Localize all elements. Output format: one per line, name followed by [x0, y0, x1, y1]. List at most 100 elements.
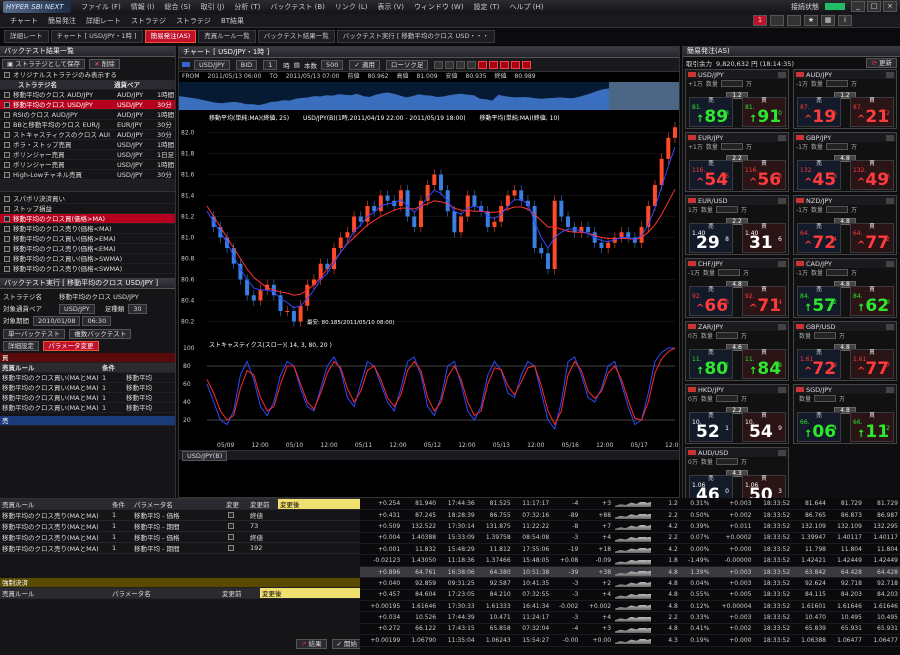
menu-item[interactable]: 総合 (S) [164, 3, 190, 11]
sell-button[interactable]: 売 1.06 46 0 [689, 475, 733, 498]
menu-item[interactable]: 取引 (J) [201, 3, 225, 11]
buy-button[interactable]: 買 92. ^71 4 [742, 286, 786, 316]
rule-checkbox[interactable] [4, 196, 10, 202]
workspace-tab[interactable]: 簡易発注(AS) [144, 30, 197, 43]
result-row[interactable]: BBと移動平均のクロス EUR/J EUR/JPY 30分 [0, 120, 175, 130]
single-backtest-tab[interactable]: 単一バックテスト [3, 329, 65, 339]
workspace-tab[interactable]: バックテスト実行 [ 移動平均のクロス USD・・・ [336, 30, 495, 43]
qty-input[interactable] [814, 332, 837, 339]
detail-settings-tab[interactable]: 詳細設定 [3, 341, 39, 351]
chart-icon[interactable] [778, 449, 786, 456]
chart-icon[interactable] [886, 260, 894, 267]
chart-icon[interactable] [778, 197, 786, 204]
ticker-row[interactable]: +0.896 64.761 16:38:06 64.380 10:51:38 -39 +38… [360, 566, 900, 579]
timeframe-select[interactable]: 30 [128, 304, 147, 314]
step-value[interactable]: 0万 [688, 457, 698, 466]
rule-row[interactable]: スパボリ決済買い [0, 194, 175, 204]
row-checkbox[interactable] [4, 102, 10, 108]
chart-type-select[interactable]: ローソク足 [385, 59, 429, 70]
qty-input[interactable] [826, 206, 848, 213]
chart-icon[interactable] [886, 386, 894, 393]
close-button[interactable]: × [883, 1, 897, 12]
step-value[interactable]: -1万 [796, 268, 808, 277]
sell-button[interactable]: 売 84. ↑57 2 [797, 286, 841, 316]
sell-button[interactable]: 売 64. ^72 4 [797, 223, 841, 253]
result-row[interactable]: ボリンジャー売買 USD/JPY 1日足 [0, 150, 175, 160]
pair-select[interactable]: USD/JPY [194, 59, 230, 70]
step-value[interactable]: 1万 [688, 205, 698, 214]
timeframe-input[interactable]: 1 [263, 59, 278, 70]
after-value-cell[interactable] [278, 542, 360, 554]
toolbar-item[interactable]: 詳細レート [86, 16, 121, 26]
overview-window[interactable] [609, 82, 679, 110]
results-button[interactable]: ↗ 結果 [296, 639, 327, 649]
step-value[interactable]: +1万 [688, 79, 703, 88]
change-checkbox[interactable] [228, 512, 234, 518]
refresh-button[interactable]: ⟳ 更新 [866, 58, 897, 68]
buy-rule-row[interactable]: 移動平均のクロス買い(MAとMA) 1 移動平均 [0, 393, 175, 403]
star-icon[interactable]: ★ [804, 15, 818, 26]
ticker-row[interactable]: +0.001 11.832 15:48:29 11.812 17:55:06 -19 +18… [360, 543, 900, 556]
stochastics-chart[interactable]: 100 80 60 40 20 05/09 12:00 05/10 12:00 05/11 12:0… [179, 338, 679, 450]
buy-button[interactable]: 買 1.61 ^77 7 [850, 349, 894, 379]
menu-item[interactable]: バックテスト (B) [270, 3, 325, 11]
rule-checkbox[interactable] [4, 266, 10, 272]
ticker-row[interactable]: +0.034 10.526 17:44:39 10.471 11:24:17 -3 +4 2.… [360, 611, 900, 624]
change-checkbox[interactable] [228, 523, 234, 529]
only-original-checkbox[interactable]: オリジナルストラテジのみ表示する [0, 70, 175, 80]
param-row[interactable]: 移動平均のクロス売り(MAとMA) 1 移動平均 - 価格 終値 [0, 509, 360, 521]
workspace-tab[interactable]: チャート [ USD/JPY・1時 ] [50, 30, 143, 43]
qty-input[interactable] [826, 80, 848, 87]
step-value[interactable]: +1万 [688, 142, 703, 151]
menu-item[interactable]: ウィンドウ (W) [414, 3, 464, 11]
chart-icon[interactable] [778, 260, 786, 267]
row-checkbox[interactable] [4, 152, 10, 158]
pair-select[interactable]: USD/JPY [59, 304, 95, 314]
result-row[interactable]: RSIのクロス AUD/JPY AUD/JPY 1時間 [0, 110, 175, 120]
row-checkbox[interactable] [4, 92, 10, 98]
workspace-tab[interactable]: 詳細レート [4, 30, 49, 43]
row-checkbox[interactable] [4, 142, 10, 148]
rule-row[interactable]: 移動平均のクロス売り(価格<MA) [0, 224, 175, 234]
param-change-tab[interactable]: パラメータ変更 [43, 341, 99, 351]
buy-button[interactable]: 買 132. ^49 6 [850, 160, 894, 190]
sell-button[interactable]: 売 132. ^45 8 [797, 160, 841, 190]
qty-input[interactable] [715, 458, 738, 465]
param-row[interactable]: 移動平均のクロス売り(MAとMA) 1 移動平均 - 価格 終値 [0, 531, 360, 543]
buy-button[interactable]: 買 1.40 31 6 [742, 223, 786, 253]
step-value[interactable]: 0万 [688, 394, 698, 403]
row-checkbox[interactable] [4, 132, 10, 138]
row-checkbox[interactable] [4, 122, 10, 128]
chart-icon[interactable] [886, 71, 894, 78]
row-checkbox[interactable] [4, 162, 10, 168]
chart-icon[interactable] [778, 386, 786, 393]
grid-icon[interactable]: ▦ [821, 15, 835, 26]
sell-button[interactable]: 売 10. 52 1 [689, 412, 733, 442]
menu-item[interactable]: ファイル (F) [81, 3, 121, 11]
qty-input[interactable] [715, 395, 738, 402]
step-value[interactable]: -1万 [688, 268, 700, 277]
ticker-row[interactable]: +0.254 81.940 17:44:36 81.525 11:17:17 -4 +3 1.… [360, 498, 900, 510]
time-from-input[interactable]: 06:30 [82, 316, 112, 326]
sell-button[interactable]: 売 81. ↑89 8 [689, 97, 733, 127]
apply-button[interactable]: ✓ 適用 [349, 59, 380, 70]
rule-row[interactable]: 移動平均のクロス売り(価格<SWMA) [0, 264, 175, 274]
buy-button[interactable]: 買 66. ↑11 2 [850, 412, 894, 442]
change-checkbox[interactable] [228, 545, 234, 551]
result-row[interactable]: 移動平均のクロス AUD/JPY AUD/JPY 1時間 [0, 90, 175, 100]
workspace-tab[interactable]: バックテスト結果一覧 [257, 30, 335, 43]
qty-input[interactable] [720, 143, 743, 150]
toolbar-item[interactable]: ストラテジ [131, 16, 166, 26]
rule-checkbox[interactable] [4, 216, 10, 222]
after-value-cell[interactable] [278, 520, 360, 532]
menu-item[interactable]: ヘルプ (H) [510, 3, 544, 11]
buy-rule-row[interactable]: 移動平均のクロス買い(MAとMA) 1 移動平均 [0, 403, 175, 413]
step-value[interactable]: 0万 [688, 331, 698, 340]
menu-item[interactable]: 情報 (I) [131, 3, 155, 11]
toolbar-item[interactable]: チャート [10, 16, 38, 26]
rule-checkbox[interactable] [4, 246, 10, 252]
result-row[interactable]: ボリンジャー売買 USD/JPY 1時間 [0, 160, 175, 170]
buy-rule-row[interactable]: 移動平均のクロス買い(MAとMA) 1 移動平均 [0, 383, 175, 393]
sell-button[interactable]: 売 1.61 ^72 9 [797, 349, 841, 379]
ticker-row[interactable]: -0.02123 1.43050 11:18:36 1.37466 15:48:05 +0… [360, 554, 900, 567]
